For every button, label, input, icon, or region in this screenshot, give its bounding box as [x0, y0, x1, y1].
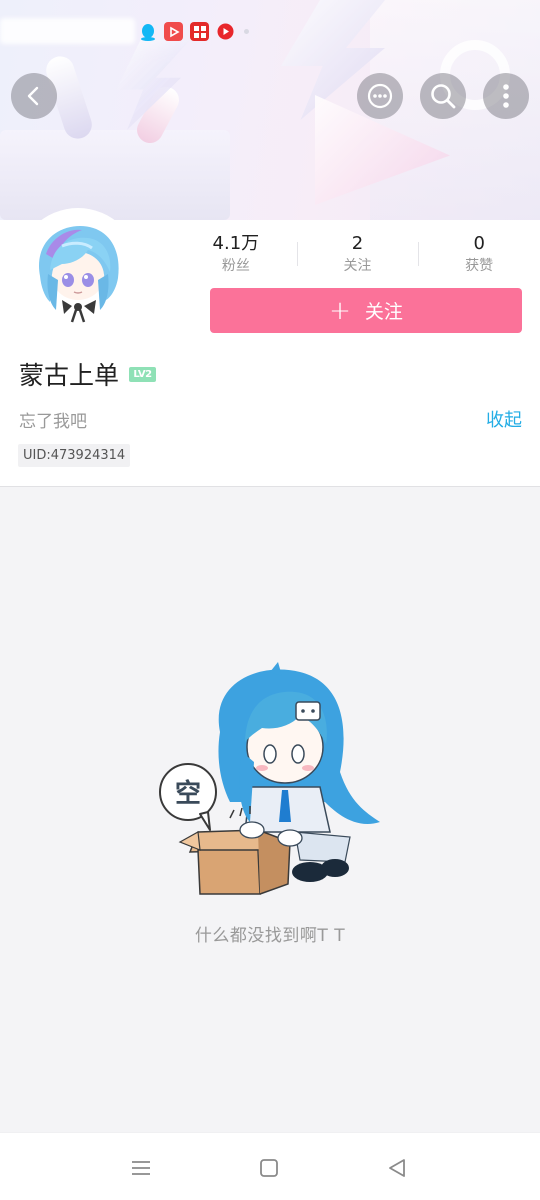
header-banner: [0, 0, 540, 220]
status-bar: [0, 0, 540, 62]
username-row: 蒙古上单 LV2: [19, 356, 157, 392]
collapse-link[interactable]: 收起: [486, 406, 522, 432]
stat-value: 2: [351, 233, 364, 254]
level-badge: LV2: [129, 366, 157, 382]
status-blur: [0, 18, 135, 44]
follow-button-label: 关注: [364, 301, 403, 323]
back-button[interactable]: [11, 73, 57, 119]
message-button[interactable]: [357, 73, 403, 119]
empty-state: 空 什么都没找到啊T T: [0, 487, 540, 1132]
empty-illustration: 空: [159, 662, 380, 895]
nav-back-button[interactable]: [384, 1155, 410, 1181]
bio: 忘了我吧: [19, 412, 87, 432]
stat-following[interactable]: 2 关注: [296, 232, 419, 280]
follow-button[interactable]: + 关注: [210, 288, 522, 333]
uid-label[interactable]: UID:473924314: [18, 444, 131, 467]
stat-label: 粉丝: [221, 258, 250, 274]
search-button[interactable]: [420, 73, 466, 119]
banner-decoration: [132, 82, 184, 148]
game-icon: [190, 22, 209, 41]
youtube-icon: [216, 22, 235, 41]
avatar-image: [22, 214, 134, 326]
avatar-frame: [16, 208, 140, 332]
nav-home-button[interactable]: [256, 1155, 282, 1181]
more-vertical-icon: [503, 84, 509, 108]
bubble-text: 空: [175, 778, 201, 809]
message-icon: [367, 83, 393, 109]
chevron-left-icon: [27, 86, 39, 106]
username: 蒙古上单: [19, 361, 120, 390]
back-triangle-icon: [389, 1159, 405, 1177]
more-button[interactable]: [483, 73, 529, 119]
stat-value: 4.1万: [212, 233, 260, 254]
search-icon: [431, 84, 456, 109]
stat-label: 获赞: [465, 258, 494, 274]
avatar[interactable]: [22, 214, 134, 326]
stat-fans[interactable]: 4.1万 粉丝: [175, 232, 297, 280]
status-icons: [138, 22, 249, 41]
status-dot: [244, 29, 249, 34]
stat-label: 关注: [343, 258, 372, 274]
stat-likes[interactable]: 0 获赞: [418, 232, 540, 280]
empty-message: 什么都没找到啊T T: [194, 926, 346, 946]
system-nav-bar: [0, 1132, 540, 1200]
menu-icon: [132, 1161, 150, 1175]
qq-icon: [138, 22, 157, 41]
home-square-icon: [260, 1159, 278, 1177]
stats-row: 4.1万 粉丝 2 关注 0 获赞: [175, 232, 540, 280]
stat-value: 0: [473, 233, 485, 254]
plus-icon: +: [329, 295, 351, 326]
banner-decoration: [0, 130, 230, 220]
nav-menu-button[interactable]: [128, 1155, 154, 1181]
video-icon: [164, 22, 183, 41]
profile-section: 4.1万 粉丝 2 关注 0 获赞 + 关注 蒙古上单 LV2 忘了我吧 收起 …: [0, 208, 540, 486]
